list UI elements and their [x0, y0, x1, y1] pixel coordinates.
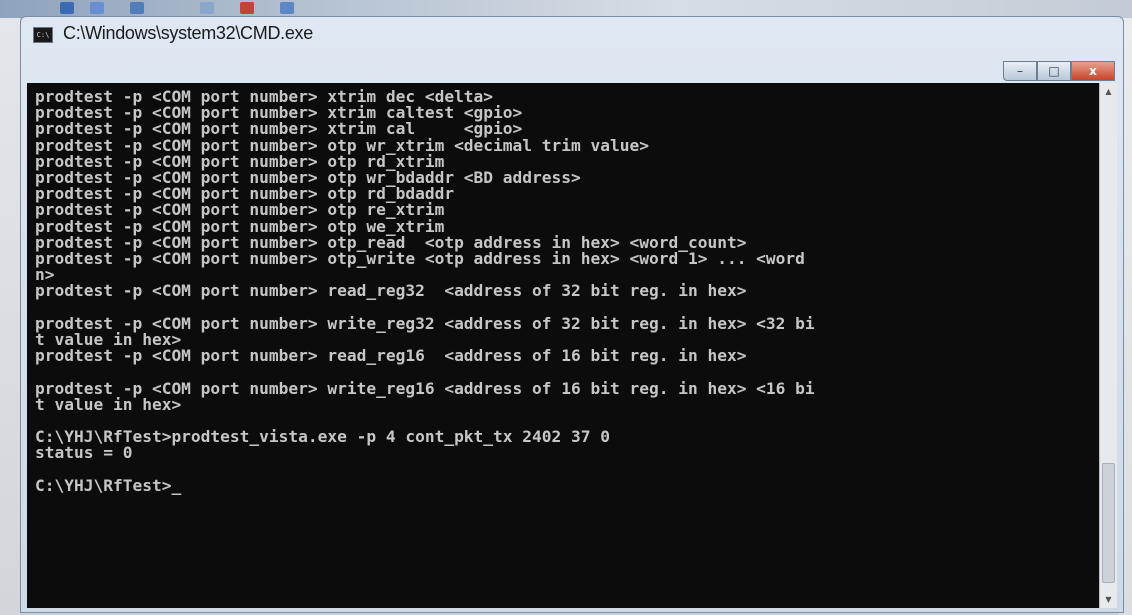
title-bar[interactable]: C:\ C:\Windows\system32\CMD.exe – □ x	[21, 17, 1123, 87]
close-button[interactable]: x	[1071, 61, 1115, 81]
console-line: prodtest -p <COM port number> read_reg16…	[35, 346, 747, 366]
console-output[interactable]: prodtest -p <COM port number> xtrim dec …	[27, 83, 1099, 608]
console-line: prodtest -p <COM port number> write_reg1…	[35, 378, 815, 398]
scroll-thumb[interactable]	[1102, 463, 1115, 583]
maximize-button[interactable]: □	[1037, 61, 1071, 81]
taskbar-app-icon[interactable]	[200, 2, 214, 14]
taskbar-app-icon[interactable]	[240, 2, 254, 14]
taskbar-app-icon[interactable]	[130, 2, 144, 14]
background-window-edge	[0, 18, 20, 615]
window-controls: – □ x	[1003, 61, 1115, 83]
taskbar-app-icon[interactable]	[280, 2, 294, 14]
console-line: status = 0	[35, 443, 133, 463]
console-line: prodtest -p <COM port number> read_reg32…	[35, 281, 747, 301]
vertical-scrollbar[interactable]: ▲ ▼	[1099, 83, 1117, 608]
command-prompt: C:\YHJ\RfTest>_	[35, 475, 182, 495]
minimize-button[interactable]: –	[1003, 61, 1037, 81]
cmd-icon[interactable]: C:\	[33, 27, 53, 43]
scroll-up-icon[interactable]: ▲	[1100, 83, 1117, 100]
text-cursor: _	[171, 475, 182, 495]
cmd-window[interactable]: C:\ C:\Windows\system32\CMD.exe – □ x pr…	[20, 16, 1124, 613]
console-line: C:\YHJ\RfTest>prodtest_vista.exe -p 4 co…	[35, 427, 610, 447]
console-line: t value in hex>	[35, 394, 182, 414]
taskbar-app-icon[interactable]	[60, 2, 74, 14]
scroll-down-icon[interactable]: ▼	[1100, 591, 1117, 608]
console-line: prodtest -p <COM port number> write_reg3…	[35, 313, 815, 333]
console-line: prodtest -p <COM port number> otp_write …	[35, 249, 805, 269]
window-title: C:\Windows\system32\CMD.exe	[63, 23, 313, 43]
taskbar-app-icon[interactable]	[90, 2, 104, 14]
